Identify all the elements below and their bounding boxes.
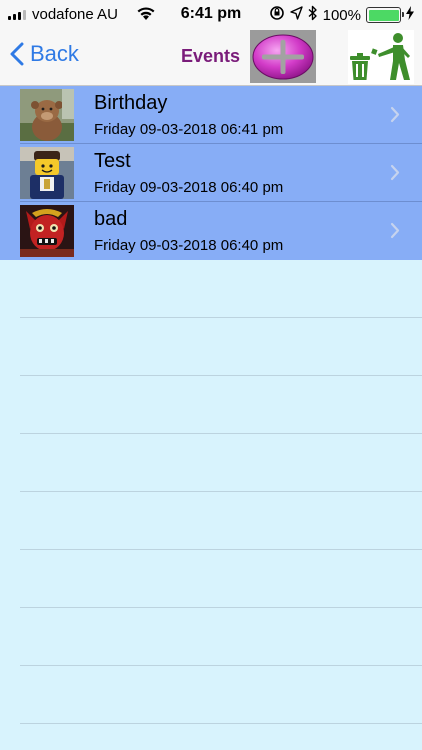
event-title: Birthday xyxy=(94,92,168,114)
empty-row-divider xyxy=(20,433,422,434)
chevron-left-icon xyxy=(10,42,24,66)
back-button[interactable]: Back xyxy=(10,41,79,67)
list-item[interactable]: Birthday Friday 09-03-2018 06:41 pm xyxy=(0,86,422,144)
empty-row-divider xyxy=(20,317,422,318)
event-thumbnail xyxy=(20,147,74,199)
battery-percent: 100% xyxy=(322,6,361,24)
list-item[interactable]: Test Friday 09-03-2018 06:40 pm xyxy=(0,144,422,202)
chevron-right-icon xyxy=(390,164,400,181)
trash-person-icon xyxy=(350,33,410,80)
event-datetime: Friday 09-03-2018 06:41 pm xyxy=(94,121,284,138)
rotation-lock-icon xyxy=(269,5,285,25)
add-event-button[interactable] xyxy=(250,30,316,83)
list-item[interactable]: bad Friday 09-03-2018 06:40 pm xyxy=(0,202,422,260)
event-list: Birthday Friday 09-03-2018 06:41 pm Test… xyxy=(0,86,422,260)
battery-icon xyxy=(366,7,404,23)
empty-row-divider xyxy=(20,491,422,492)
chevron-right-icon xyxy=(390,222,400,239)
empty-row-divider xyxy=(20,549,422,550)
event-thumbnail xyxy=(20,89,74,141)
event-datetime: Friday 09-03-2018 06:40 pm xyxy=(94,179,284,196)
plus-icon xyxy=(252,34,314,79)
location-icon xyxy=(289,6,303,24)
event-datetime: Friday 09-03-2018 06:40 pm xyxy=(94,237,284,254)
event-title: Test xyxy=(94,150,131,172)
event-title: bad xyxy=(94,208,128,230)
delete-events-button[interactable] xyxy=(348,30,414,84)
event-thumbnail xyxy=(20,205,74,257)
empty-row-divider xyxy=(20,723,422,724)
chevron-right-icon xyxy=(390,106,400,123)
back-button-label: Back xyxy=(30,41,79,66)
empty-row-divider xyxy=(20,375,422,376)
navigation-bar: Back Events xyxy=(0,30,422,86)
empty-row-divider xyxy=(20,607,422,608)
status-bar: vodafone AU 6:41 pm 100% xyxy=(0,0,422,30)
charging-icon xyxy=(406,6,414,24)
bluetooth-icon xyxy=(308,5,318,25)
empty-row-divider xyxy=(20,665,422,666)
page-title: Events xyxy=(181,46,241,66)
